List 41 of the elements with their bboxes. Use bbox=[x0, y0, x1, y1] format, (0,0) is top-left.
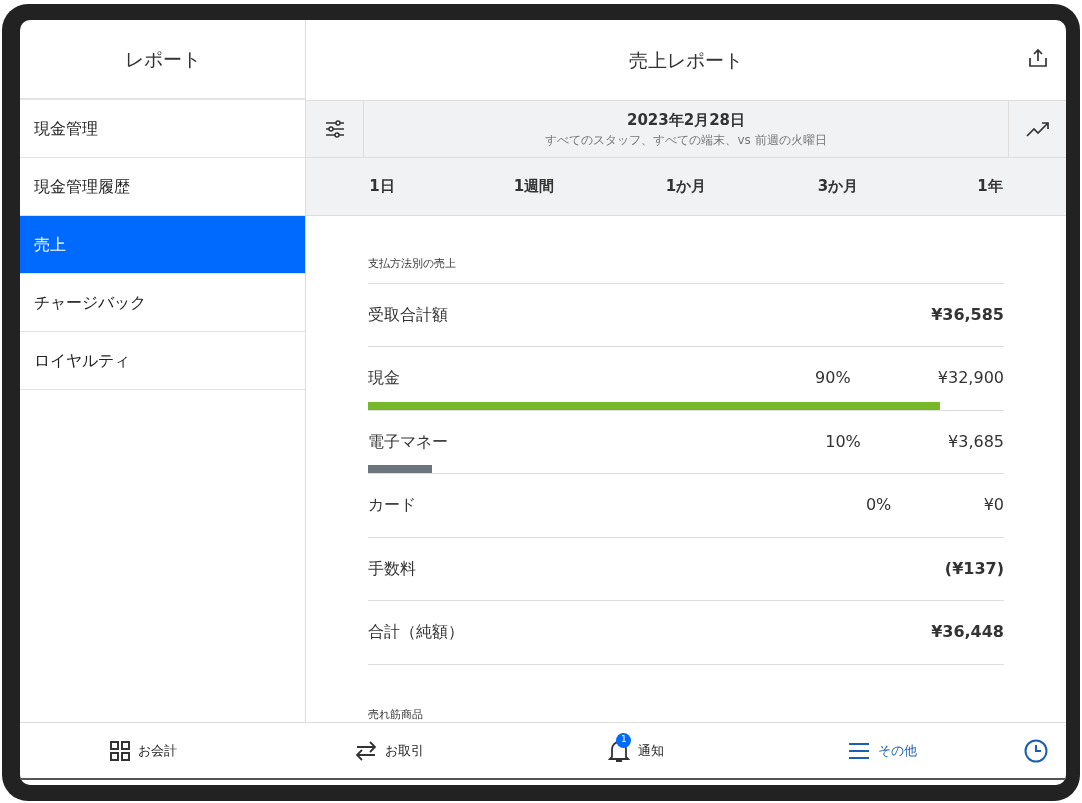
sidebar-item[interactable]: チャージバック bbox=[20, 274, 305, 332]
section-title: 売れ筋商品 bbox=[368, 706, 424, 722]
row-amount: ¥32,900 bbox=[937, 367, 1004, 390]
row-amount: ¥3,685 bbox=[948, 430, 1004, 453]
row-label: カード bbox=[368, 494, 416, 517]
row-label: 現金 bbox=[368, 367, 400, 390]
notification-badge: 1 bbox=[616, 732, 632, 748]
section-title: 支払方法別の売上 bbox=[368, 256, 1004, 284]
sidebar-title: レポート bbox=[20, 20, 305, 100]
swap-arrows-icon bbox=[355, 740, 378, 761]
menu-icon bbox=[848, 741, 871, 760]
row-label: 受取合計額 bbox=[368, 303, 448, 326]
period-tab[interactable]: 3か月 bbox=[762, 158, 914, 215]
period-tab[interactable]: 1年 bbox=[914, 158, 1066, 215]
sidebar-item[interactable]: 現金管理 bbox=[20, 100, 305, 158]
period-tab[interactable]: 1日 bbox=[306, 158, 458, 215]
row-label: 合計（純額） bbox=[368, 621, 464, 644]
row-label: 電子マネー bbox=[368, 430, 448, 453]
filter-summary: すべてのスタッフ、すべての端末、vs 前週の火曜日 bbox=[545, 132, 827, 150]
nav-tab[interactable]: お取引 bbox=[266, 739, 513, 762]
row-label: 手数料 bbox=[368, 557, 416, 580]
nav-tab[interactable]: お会計 bbox=[20, 739, 267, 762]
row-amount: ¥36,448 bbox=[931, 621, 1004, 644]
row-percent: 10% bbox=[824, 430, 862, 453]
trend-icon[interactable] bbox=[1025, 121, 1050, 137]
filter-icon[interactable] bbox=[324, 120, 345, 138]
row-percent: 0% bbox=[864, 494, 893, 517]
page-title: 売上レポート bbox=[629, 47, 743, 73]
period-tab[interactable]: 1週間 bbox=[458, 158, 610, 215]
report-date[interactable]: 2023年2月28日 bbox=[626, 108, 746, 132]
row-percent: 90% bbox=[814, 367, 852, 390]
sidebar-item[interactable]: 売上 bbox=[20, 216, 305, 274]
sidebar-item[interactable]: ロイヤルティ bbox=[20, 332, 305, 390]
row-amount: ¥36,585 bbox=[931, 303, 1004, 326]
row-amount: (¥137) bbox=[944, 557, 1004, 580]
clock-icon[interactable] bbox=[1024, 738, 1048, 763]
grid-icon bbox=[109, 740, 130, 761]
period-tab[interactable]: 1か月 bbox=[610, 158, 762, 215]
row-amount: ¥0 bbox=[983, 494, 1004, 517]
nav-tab[interactable]: その他 bbox=[759, 739, 1006, 762]
share-icon[interactable] bbox=[1028, 48, 1048, 68]
